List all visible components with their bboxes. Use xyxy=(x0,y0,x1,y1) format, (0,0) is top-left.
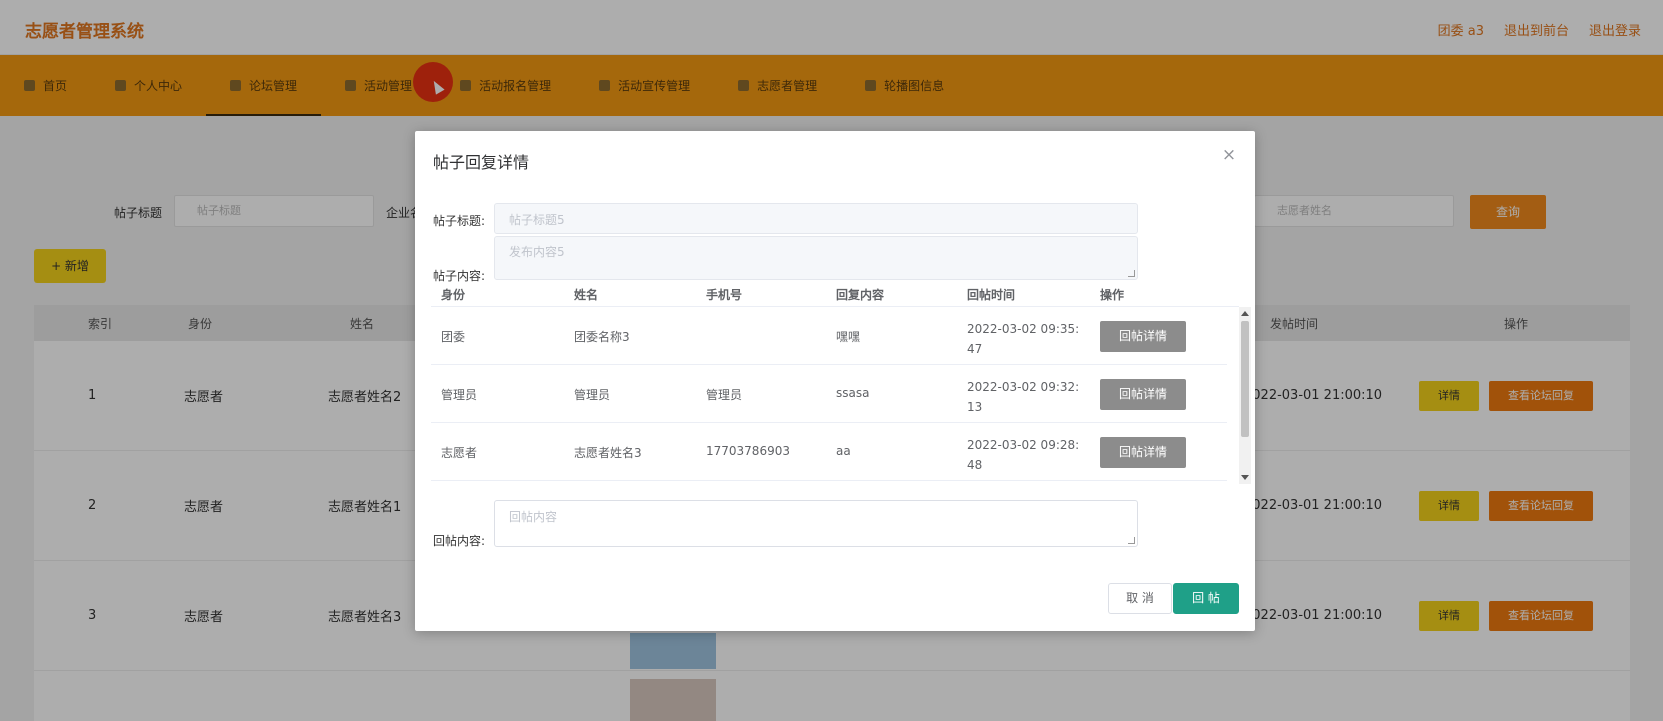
reply-content: ssasa xyxy=(836,386,870,400)
reply-content-label: 回帖内容: xyxy=(433,534,486,548)
close-icon[interactable]: × xyxy=(1219,145,1239,165)
reply-time: 2022-03-02 09:28:48 xyxy=(967,438,1080,472)
reply-content: 嘿嘿 xyxy=(836,330,861,344)
reply-placeholder: 回帖内容 xyxy=(509,510,558,524)
submit-reply-button[interactable]: 回 帖 xyxy=(1173,583,1239,614)
resize-handle xyxy=(1128,270,1135,277)
reply-identity: 志愿者 xyxy=(441,446,478,460)
table-row: 管理员 管理员 管理员 ssasa 2022-03-02 09:32:13 回帖… xyxy=(431,365,1227,423)
reply-name: 管理员 xyxy=(574,388,611,402)
post-title-field: 帖子标题5 xyxy=(494,203,1138,234)
scroll-thumb[interactable] xyxy=(1241,321,1249,437)
reply-time: 2022-03-02 09:35:47 xyxy=(967,322,1080,356)
reply-phone: 管理员 xyxy=(706,388,743,402)
scroll-down-icon[interactable] xyxy=(1241,475,1249,480)
reply-name: 团委名称3 xyxy=(574,330,630,344)
table-row: 志愿者 志愿者姓名3 17703786903 aa 2022-03-02 09:… xyxy=(431,423,1227,481)
col-name: 姓名 xyxy=(574,288,599,302)
replies-table-header: 身份 姓名 手机号 回复内容 回帖时间 操作 xyxy=(431,279,1239,307)
reply-name: 志愿者姓名3 xyxy=(574,446,642,460)
reply-identity: 管理员 xyxy=(441,388,478,402)
reply-detail-button[interactable]: 回帖详情 xyxy=(1100,321,1186,352)
post-content-field: 发布内容5 xyxy=(494,236,1138,280)
col-identity: 身份 xyxy=(441,288,466,302)
dialog-title: 帖子回复详情 xyxy=(433,153,530,172)
reply-time: 2022-03-02 09:32:13 xyxy=(967,380,1080,414)
replies-table-body: 团委 团委名称3 嘿嘿 2022-03-02 09:35:47 回帖详情 管理员… xyxy=(431,307,1227,484)
reply-identity: 团委 xyxy=(441,330,466,344)
col-phone: 手机号 xyxy=(706,288,743,302)
col-time: 回帖时间 xyxy=(967,288,1016,302)
reply-detail-dialog: 帖子回复详情 × 帖子标题: 帖子标题5 帖子内容: 发布内容5 身份 姓名 手… xyxy=(415,131,1255,631)
table-row: 团委 团委名称3 嘿嘿 2022-03-02 09:35:47 回帖详情 xyxy=(431,307,1227,365)
resize-handle xyxy=(1128,537,1135,544)
table-scrollbar[interactable] xyxy=(1239,307,1251,484)
reply-phone: 17703786903 xyxy=(706,444,790,458)
reply-content-input[interactable]: 回帖内容 xyxy=(494,500,1138,547)
post-title-label: 帖子标题: xyxy=(433,214,486,228)
reply-detail-button[interactable]: 回帖详情 xyxy=(1100,379,1186,410)
col-content: 回复内容 xyxy=(836,288,885,302)
post-content-text: 发布内容5 xyxy=(509,245,565,259)
col-actions: 操作 xyxy=(1100,288,1125,302)
cancel-button[interactable]: 取 消 xyxy=(1108,583,1172,614)
scroll-up-icon[interactable] xyxy=(1241,311,1249,316)
reply-detail-button[interactable]: 回帖详情 xyxy=(1100,437,1186,468)
reply-content: aa xyxy=(836,444,851,458)
replies-table: 身份 姓名 手机号 回复内容 回帖时间 操作 团委 团委名称3 嘿嘿 2022-… xyxy=(431,279,1251,484)
